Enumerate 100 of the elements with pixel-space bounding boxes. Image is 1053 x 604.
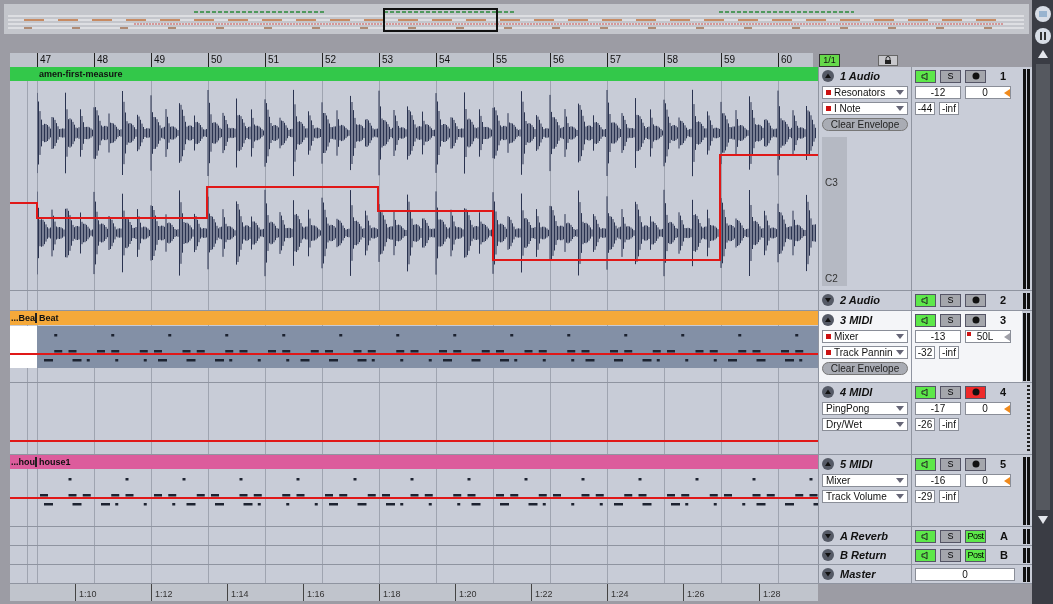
pitch-label: C3 bbox=[825, 177, 839, 188]
clip-title[interactable]: ...Bea bbox=[10, 313, 37, 323]
fold-toggle-icon[interactable] bbox=[822, 549, 834, 561]
output-level-field: -inf bbox=[939, 418, 959, 431]
pan-field[interactable]: 0 bbox=[965, 474, 1011, 487]
volume-field[interactable]: -17 bbox=[915, 402, 961, 415]
dropdown-caret-icon bbox=[896, 406, 904, 411]
clip-title[interactable]: house1 bbox=[37, 457, 71, 467]
volume-field[interactable]: -13 bbox=[915, 330, 961, 343]
level-meter-drawing bbox=[1023, 456, 1031, 525]
track-header-panel[interactable]: 5 MIDI Mixer Track Volume bbox=[818, 455, 912, 526]
track-name[interactable]: 2 Audio bbox=[840, 294, 880, 306]
track-activator-button[interactable] bbox=[915, 457, 936, 471]
level-meter-drawing bbox=[1023, 292, 1031, 309]
peak-field: -44 bbox=[915, 102, 935, 115]
solo-button[interactable]: S bbox=[940, 385, 961, 399]
fold-toggle-icon[interactable] bbox=[822, 70, 834, 82]
track-header-panel[interactable]: 1 Audio Resonators I Note Clear Envelope C3 C2 bbox=[818, 67, 912, 290]
solo-button[interactable]: S bbox=[940, 548, 961, 562]
parameter-dropdown[interactable]: Track Volume bbox=[822, 490, 908, 503]
track-number: 3 bbox=[1000, 314, 1007, 326]
track-name[interactable]: 3 MIDI bbox=[840, 314, 873, 326]
device-dropdown[interactable]: Mixer bbox=[822, 474, 908, 487]
pause-icon[interactable] bbox=[1034, 28, 1051, 44]
volume-field[interactable]: -12 bbox=[915, 86, 961, 99]
automation-indicator bbox=[826, 90, 831, 95]
scroll-down-icon[interactable] bbox=[1037, 516, 1048, 524]
clip-title[interactable]: Beat bbox=[37, 313, 59, 323]
fold-toggle-icon[interactable] bbox=[822, 530, 834, 542]
clip-title[interactable]: ...hou bbox=[10, 457, 37, 467]
dropdown-caret-icon bbox=[896, 350, 904, 355]
device-dropdown[interactable]: Resonators bbox=[822, 86, 908, 99]
clip-header[interactable]: ...Bea Beat bbox=[10, 311, 818, 325]
level-meter-drawing bbox=[1023, 528, 1031, 544]
record-arm-button[interactable] bbox=[965, 313, 986, 327]
fold-toggle-icon[interactable] bbox=[822, 386, 834, 398]
track-name[interactable]: 5 MIDI bbox=[840, 458, 873, 470]
quantize-badge[interactable]: 1/1 bbox=[819, 53, 840, 67]
track-activator-button[interactable] bbox=[915, 69, 936, 83]
track-name[interactable]: 1 Audio bbox=[840, 70, 880, 82]
automation-indicator bbox=[967, 332, 971, 336]
track-activator-button[interactable] bbox=[915, 293, 936, 307]
track-activator-button[interactable] bbox=[915, 313, 936, 327]
automation-indicator bbox=[826, 350, 831, 355]
fold-toggle-icon[interactable] bbox=[822, 458, 834, 470]
output-level-field: -inf bbox=[939, 346, 959, 359]
output-level-field: -inf bbox=[939, 102, 959, 115]
fold-toggle-icon[interactable] bbox=[822, 568, 834, 580]
track-header-panel[interactable]: 2 Audio bbox=[818, 291, 912, 310]
master-volume-field[interactable]: 0 bbox=[915, 567, 1015, 581]
record-arm-button[interactable] bbox=[965, 293, 986, 307]
record-arm-button[interactable] bbox=[965, 457, 986, 471]
lock-icon bbox=[883, 56, 892, 64]
dropdown-caret-icon bbox=[896, 90, 904, 95]
peak-field: -32 bbox=[915, 346, 935, 359]
pan-field[interactable]: 0 bbox=[965, 86, 1011, 99]
clip-title[interactable]: amen-first-measure bbox=[37, 69, 123, 79]
track-header-panel[interactable]: 4 MIDI PingPong Dry/Wet bbox=[818, 383, 912, 454]
level-meter-drawing bbox=[1023, 547, 1031, 563]
clip-header[interactable]: amen-first-measure bbox=[10, 67, 818, 81]
track-name[interactable]: 4 MIDI bbox=[840, 386, 873, 398]
solo-button[interactable]: S bbox=[940, 293, 961, 307]
clip-header[interactable]: ...hou house1 bbox=[10, 455, 818, 469]
automation-indicator bbox=[826, 106, 831, 111]
solo-button[interactable]: S bbox=[940, 457, 961, 471]
record-arm-button[interactable] bbox=[965, 69, 986, 83]
track-number: 5 bbox=[1000, 458, 1007, 470]
clear-envelope-button[interactable]: Clear Envelope bbox=[822, 118, 908, 131]
return-letter: A bbox=[1000, 530, 1008, 542]
track-number: 1 bbox=[1000, 70, 1007, 82]
pan-field[interactable]: 0 bbox=[965, 402, 1011, 415]
lock-button[interactable] bbox=[877, 54, 898, 66]
record-dot-icon bbox=[971, 72, 980, 80]
automation-indicator bbox=[826, 334, 831, 339]
parameter-dropdown[interactable]: Dry/Wet bbox=[822, 418, 908, 431]
scroll-up-icon[interactable] bbox=[1037, 50, 1048, 58]
parameter-dropdown[interactable]: Track Pannin bbox=[822, 346, 908, 359]
pan-field[interactable]: 50L bbox=[965, 330, 1011, 343]
track-header-panel[interactable]: 3 MIDI Mixer Track Pannin Clear Envelope bbox=[818, 311, 912, 382]
level-meter-drawing bbox=[1023, 312, 1031, 381]
solo-button[interactable]: S bbox=[940, 529, 961, 543]
track-activator-button[interactable] bbox=[915, 385, 936, 399]
solo-button[interactable]: S bbox=[940, 313, 961, 327]
speaker-icon bbox=[921, 387, 930, 397]
clear-envelope-button[interactable]: Clear Envelope bbox=[822, 362, 908, 375]
return-letter: B bbox=[1000, 549, 1008, 561]
volume-field[interactable]: -16 bbox=[915, 474, 961, 487]
fold-toggle-icon[interactable] bbox=[822, 314, 834, 326]
record-dot-icon bbox=[971, 460, 980, 468]
parameter-dropdown[interactable]: I Note bbox=[822, 102, 908, 115]
post-button[interactable]: Post bbox=[965, 529, 986, 543]
record-arm-button[interactable] bbox=[965, 385, 986, 399]
fold-toggle-icon[interactable] bbox=[822, 294, 834, 306]
menu-icon[interactable] bbox=[1034, 6, 1051, 22]
device-dropdown[interactable]: Mixer bbox=[822, 330, 908, 343]
solo-button[interactable]: S bbox=[940, 69, 961, 83]
post-button[interactable]: Post bbox=[965, 548, 986, 562]
device-dropdown[interactable]: PingPong bbox=[822, 402, 908, 415]
peak-field: -26 bbox=[915, 418, 935, 431]
side-scrollbar[interactable] bbox=[1032, 0, 1053, 604]
